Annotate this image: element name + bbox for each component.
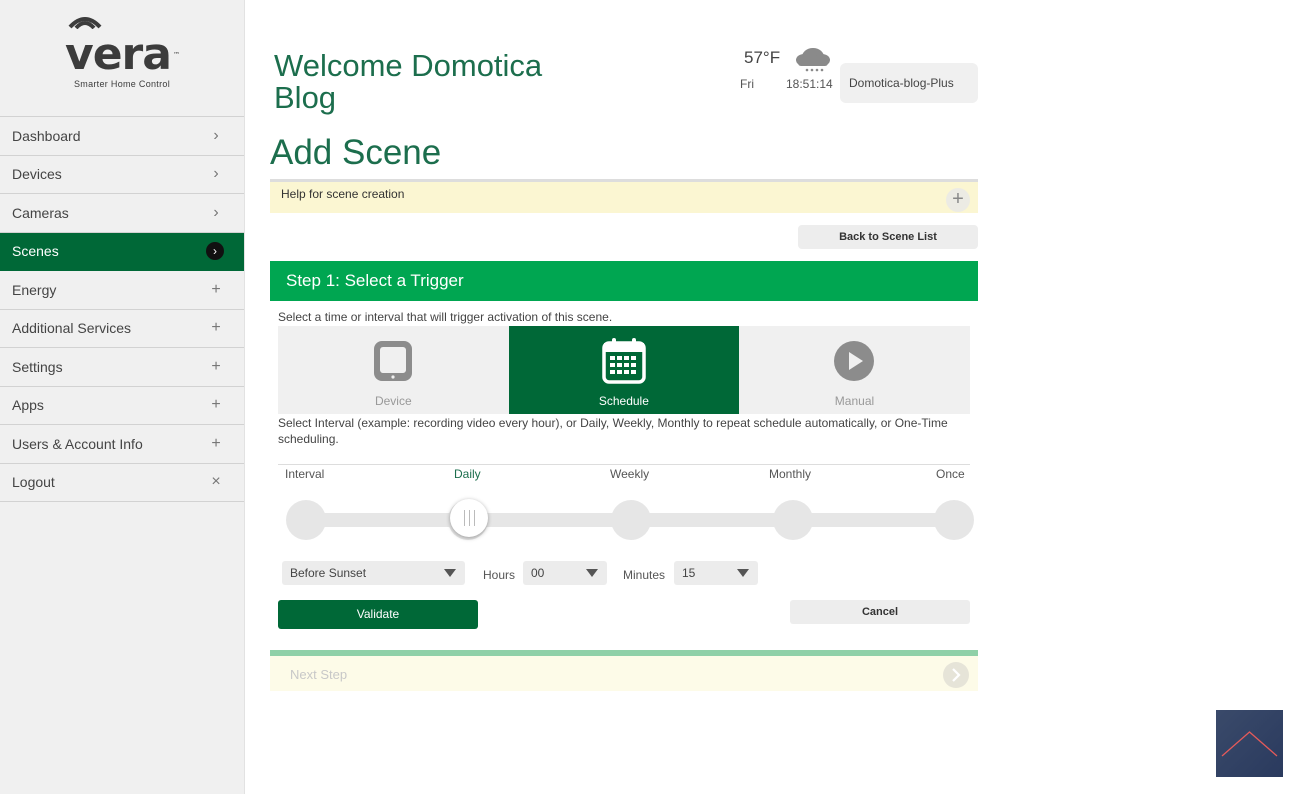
sidebar-item-cameras[interactable]: Cameras › [0,194,244,233]
logo-tagline: Smarter Home Control [73,79,171,89]
chevron-right-icon: › [213,126,219,144]
help-title: Help for scene creation [281,187,405,201]
play-icon [834,341,875,381]
plus-icon: + [211,357,221,375]
plus-icon: + [211,319,221,337]
plus-icon: + [211,280,221,298]
interval-labels: Interval Daily Weekly Monthly Once [278,464,970,486]
sidebar: vera ™ Smarter Home Control Dashboard › D… [0,0,245,794]
temperature: 57°F [744,48,781,67]
dropdown-caret-icon [444,569,456,577]
logo-wordmark: vera ™ [65,17,180,80]
slider-stop-once[interactable] [934,500,974,540]
hours-select[interactable]: 00 [523,561,607,585]
sidebar-item-additional-services[interactable]: Additional Services + [0,310,244,348]
sidebar-item-label: Settings [12,358,63,375]
plus-icon: + [211,396,221,414]
slider-handle[interactable] [450,499,488,537]
hours-label: Hours [483,568,516,582]
interval-label-once[interactable]: Once [936,467,965,481]
sidebar-item-label: Users & Account Info [12,435,143,452]
plus-icon: + [211,434,221,452]
schedule-description: Select Interval (example: recording vide… [278,416,948,446]
help-panel[interactable]: Help for scene creation + [270,179,978,213]
sidebar-item-label: Dashboard [12,127,81,144]
trigger-tiles: Device Schedule Manual [278,326,970,414]
sidebar-item-label: Logout [12,474,55,491]
sidebar-item-label: Additional Services [12,320,132,337]
tablet-icon [374,341,413,381]
trigger-label: Schedule [598,394,649,408]
cancel-button[interactable]: Cancel [790,600,970,624]
wifi-arcs-icon [68,17,102,29]
chevron-right-icon[interactable] [943,662,969,688]
interval-label-weekly[interactable]: Weekly [610,467,649,481]
minutes-value: 15 [682,566,696,580]
interval-label-monthly[interactable]: Monthly [769,467,811,481]
logo-trademark: ™ [172,51,180,59]
interval-slider[interactable] [286,499,974,540]
step-header: Step 1: Select a Trigger [270,261,978,301]
validate-button[interactable]: Validate [278,600,478,629]
weather-day: Fri [740,77,754,91]
chevron-right-icon: › [213,165,219,183]
sun-mode-value: Before Sunset [290,566,367,580]
sidebar-item-dashboard[interactable]: Dashboard › [0,117,244,156]
next-step-panel[interactable]: Next Step [270,656,978,691]
calendar-icon [602,338,646,384]
sidebar-nav: Dashboard › Devices › Cameras › Scenes › Ene… [0,116,244,502]
sidebar-item-label: Apps [12,397,44,414]
sidebar-item-settings[interactable]: Settings + [0,348,244,387]
sidebar-item-logout[interactable]: Logout × [0,464,244,502]
sidebar-item-label: Cameras [12,204,69,221]
chevron-right-icon: › [213,203,219,221]
close-icon: × [211,473,221,491]
slider-stop-weekly[interactable] [611,500,651,540]
sidebar-item-users-account[interactable]: Users & Account Info + [0,425,244,464]
page-title: Add Scene [270,133,442,172]
slider-stop-monthly[interactable] [773,500,813,540]
expand-plus-icon[interactable]: + [946,188,970,212]
sidebar-item-label: Energy [12,281,57,298]
minutes-label: Minutes [623,568,666,582]
vera-logo[interactable]: vera ™ Smarter Home Control [0,0,244,116]
trigger-schedule[interactable]: Schedule [508,326,740,414]
chevron-right-icon: › [206,242,224,261]
sidebar-item-label: Devices [12,166,62,183]
account-button[interactable]: Domotica-blog-Plus [840,63,978,103]
trigger-device[interactable]: Device [278,326,509,414]
sidebar-item-energy[interactable]: Energy + [0,271,244,310]
cloud-snow-icon [796,48,830,72]
sidebar-item-label: Scenes [12,243,59,260]
next-step-label: Next Step [290,667,348,682]
chevron-up-icon [1221,731,1278,757]
sidebar-item-apps[interactable]: Apps + [0,387,244,425]
dropdown-caret-icon [586,569,598,577]
sun-mode-select[interactable]: Before Sunset [282,561,465,585]
step-description: Select a time or interval that will trig… [278,310,613,324]
back-to-scene-list-button[interactable]: Back to Scene List [798,225,978,249]
trigger-label: Manual [834,394,875,408]
minutes-select[interactable]: 15 [674,561,758,585]
interval-label-daily[interactable]: Daily [454,467,481,481]
sidebar-item-devices[interactable]: Devices › [0,156,244,194]
trigger-label: Device [374,394,412,408]
welcome-title: Welcome Domotica Blog [274,48,543,115]
scroll-to-top-button[interactable] [1216,710,1283,777]
sidebar-item-scenes[interactable]: Scenes › [0,232,244,271]
clock: 18:51:14 [786,77,833,91]
hours-value: 00 [531,566,545,580]
logo-word: vera [65,29,172,80]
slider-stop-interval[interactable] [286,500,326,540]
interval-label-interval[interactable]: Interval [285,467,324,481]
dropdown-caret-icon [737,569,749,577]
trigger-manual[interactable]: Manual [739,326,970,414]
